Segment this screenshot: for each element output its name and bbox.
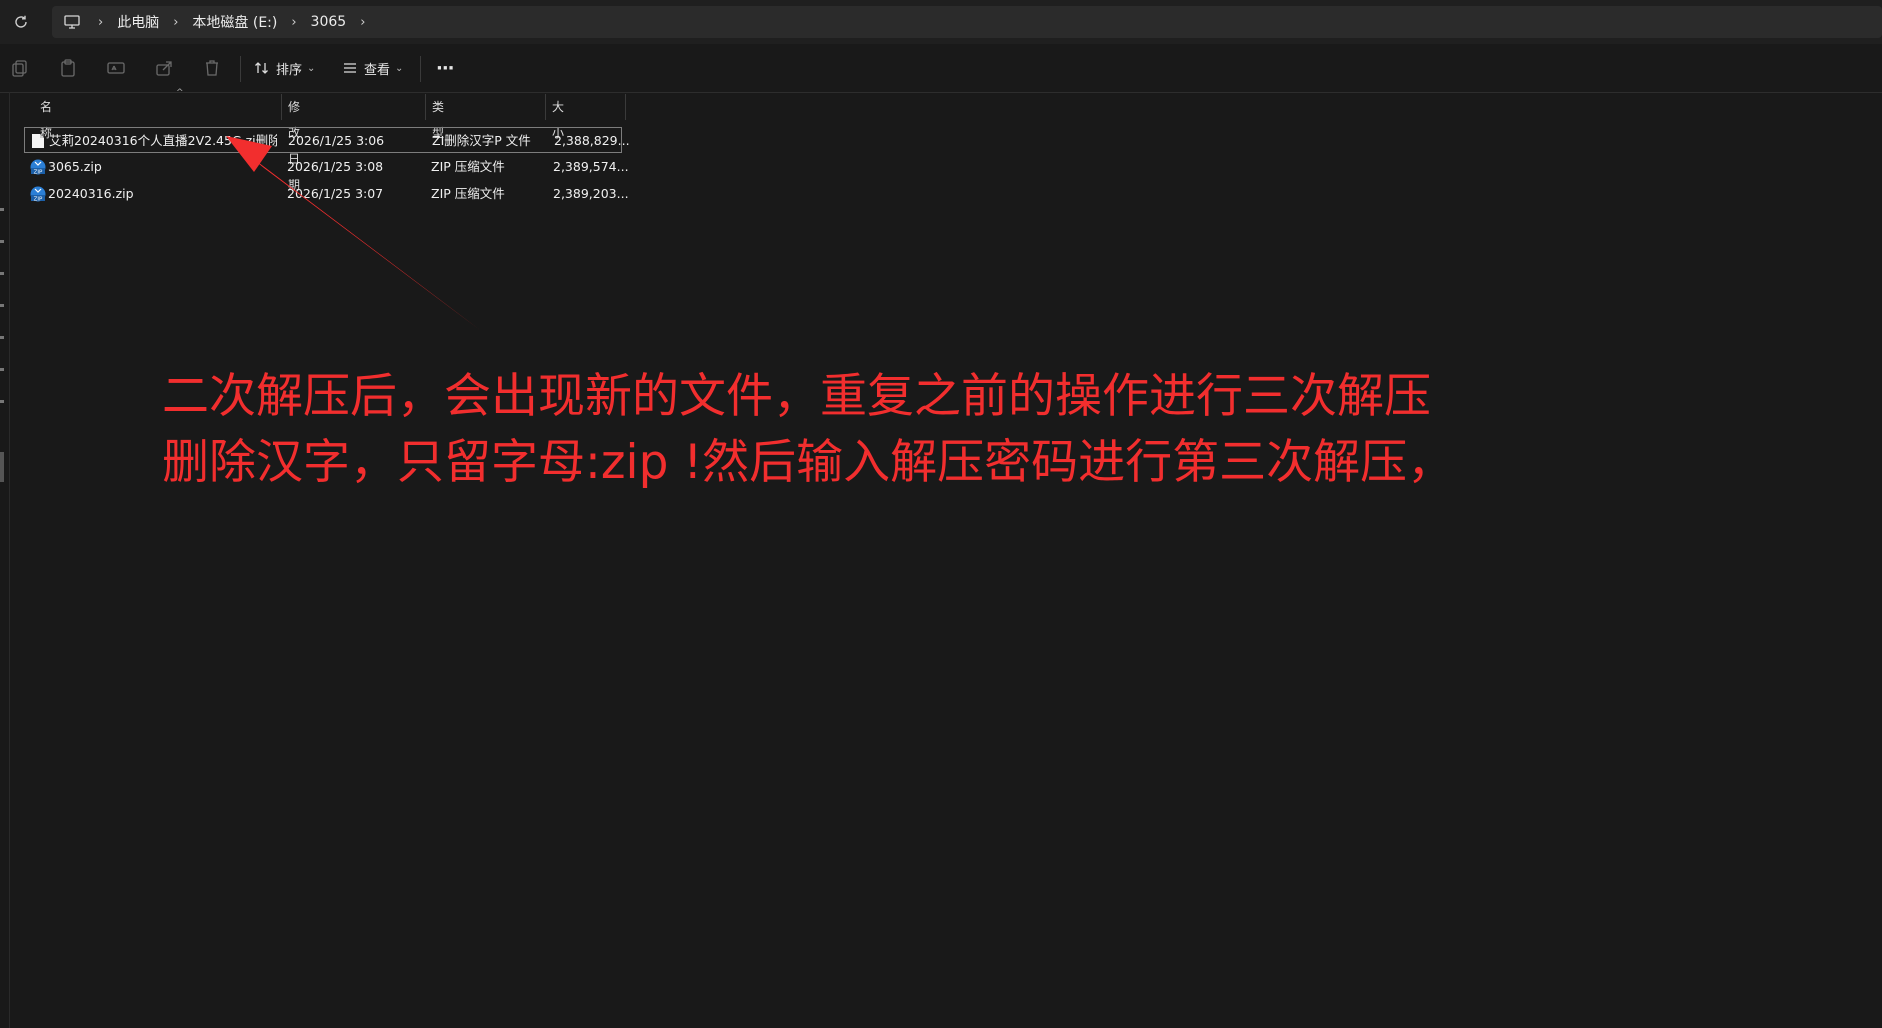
- file-name: 艾莉20240316个人直播2V2.45G.zi删除...: [49, 133, 277, 148]
- nav-expand-marker[interactable]: [0, 240, 4, 243]
- delete-icon[interactable]: [202, 58, 222, 78]
- rename-icon[interactable]: [106, 58, 126, 78]
- file-date: 2026/1/25 3:07: [287, 186, 384, 201]
- share-icon[interactable]: [154, 58, 174, 78]
- paste-icon[interactable]: [58, 58, 78, 78]
- column-header-name[interactable]: 名称: [40, 94, 52, 140]
- sort-ascending-icon: ^: [176, 88, 184, 98]
- column-separator[interactable]: [425, 94, 426, 120]
- chevron-right-icon[interactable]: ›: [360, 15, 365, 30]
- file-size: 2,388,829...: [554, 133, 630, 148]
- file-row[interactable]: ZIP 3065.zip 2026/1/25 3:08 ZIP 压缩文件 2,3…: [24, 154, 629, 180]
- column-header-date[interactable]: 修改日期: [288, 94, 300, 192]
- column-header-type[interactable]: 类型: [432, 94, 444, 140]
- computer-icon[interactable]: [64, 12, 84, 32]
- column-separator[interactable]: [625, 94, 626, 120]
- chevron-down-icon: ⌄: [307, 62, 316, 74]
- breadcrumb[interactable]: › 此电脑 › 本地磁盘 (E:) › 3065 ›: [52, 6, 1882, 38]
- svg-text:ZIP: ZIP: [34, 169, 43, 175]
- file-name: 3065.zip: [48, 159, 102, 174]
- annotation-line-2: 删除汉字，只留字母:zip !然后输入解压密码进行第三次解压，: [162, 435, 1455, 490]
- breadcrumb-local-disk-e[interactable]: 本地磁盘 (E:): [192, 12, 277, 32]
- chevron-right-icon[interactable]: ›: [173, 15, 178, 30]
- column-separator[interactable]: [281, 94, 282, 120]
- file-date: 2026/1/25 3:08: [287, 159, 384, 174]
- chevron-right-icon[interactable]: ›: [98, 15, 103, 30]
- nav-expand-marker[interactable]: [0, 400, 4, 403]
- nav-scrollbar-thumb[interactable]: [0, 452, 4, 482]
- file-name: 20240316.zip: [48, 186, 134, 201]
- refresh-icon[interactable]: [10, 11, 32, 33]
- view-button[interactable]: 查看 ⌄: [342, 54, 403, 82]
- view-list-icon: [342, 60, 358, 76]
- sort-label: 排序: [276, 62, 303, 78]
- navigation-pane[interactable]: [0, 92, 10, 1028]
- nav-expand-marker[interactable]: [0, 336, 4, 339]
- nav-expand-marker[interactable]: [0, 208, 4, 211]
- file-date: 2026/1/25 3:06: [288, 133, 385, 148]
- nav-expand-marker[interactable]: [0, 272, 4, 275]
- breadcrumb-this-pc[interactable]: 此电脑: [117, 12, 159, 32]
- more-options-button[interactable]: ···: [436, 54, 454, 82]
- file-row[interactable]: 艾莉20240316个人直播2V2.45G.zi删除... 2026/1/25 …: [24, 127, 630, 153]
- nav-expand-marker[interactable]: [0, 304, 4, 307]
- column-separator[interactable]: [545, 94, 546, 120]
- zip-file-icon: ZIP: [30, 186, 46, 202]
- file-size: 2,389,574...: [553, 159, 629, 174]
- generic-file-icon: [31, 133, 45, 149]
- chevron-right-icon[interactable]: ›: [291, 15, 296, 30]
- nav-expand-marker[interactable]: [0, 368, 4, 371]
- toolbar-divider: [240, 56, 241, 82]
- chevron-down-icon: ⌄: [395, 62, 404, 74]
- annotation-text: 二次解压后，会出现新的文件，重复之前的操作进行三次解压 删除汉字，只留字母:zi…: [162, 364, 1722, 496]
- file-type: ZIP 压缩文件: [431, 159, 505, 174]
- file-type: ZIP 压缩文件: [431, 186, 505, 201]
- zip-file-icon: ZIP: [30, 159, 46, 175]
- address-bar: › 此电脑 › 本地磁盘 (E:) › 3065 ›: [0, 0, 1882, 44]
- copy-icon[interactable]: [10, 58, 30, 78]
- view-label: 查看: [364, 62, 391, 78]
- breadcrumb-folder-3065[interactable]: 3065: [311, 14, 347, 30]
- toolbar-divider: [420, 56, 421, 82]
- svg-text:ZIP: ZIP: [34, 196, 43, 202]
- sort-button[interactable]: 排序 ⌄: [254, 54, 315, 82]
- file-size: 2,389,203...: [553, 186, 629, 201]
- sort-icon: [254, 60, 270, 76]
- annotation-line-1: 二次解压后，会出现新的文件，重复之前的操作进行三次解压: [162, 369, 1431, 424]
- file-row[interactable]: ZIP 20240316.zip 2026/1/25 3:07 ZIP 压缩文件…: [24, 181, 629, 207]
- command-toolbar: 排序 ⌄ 查看 ⌄ ···: [0, 44, 1882, 93]
- file-type: ZI删除汉字P 文件: [432, 133, 531, 148]
- column-header-size[interactable]: 大小: [552, 94, 564, 140]
